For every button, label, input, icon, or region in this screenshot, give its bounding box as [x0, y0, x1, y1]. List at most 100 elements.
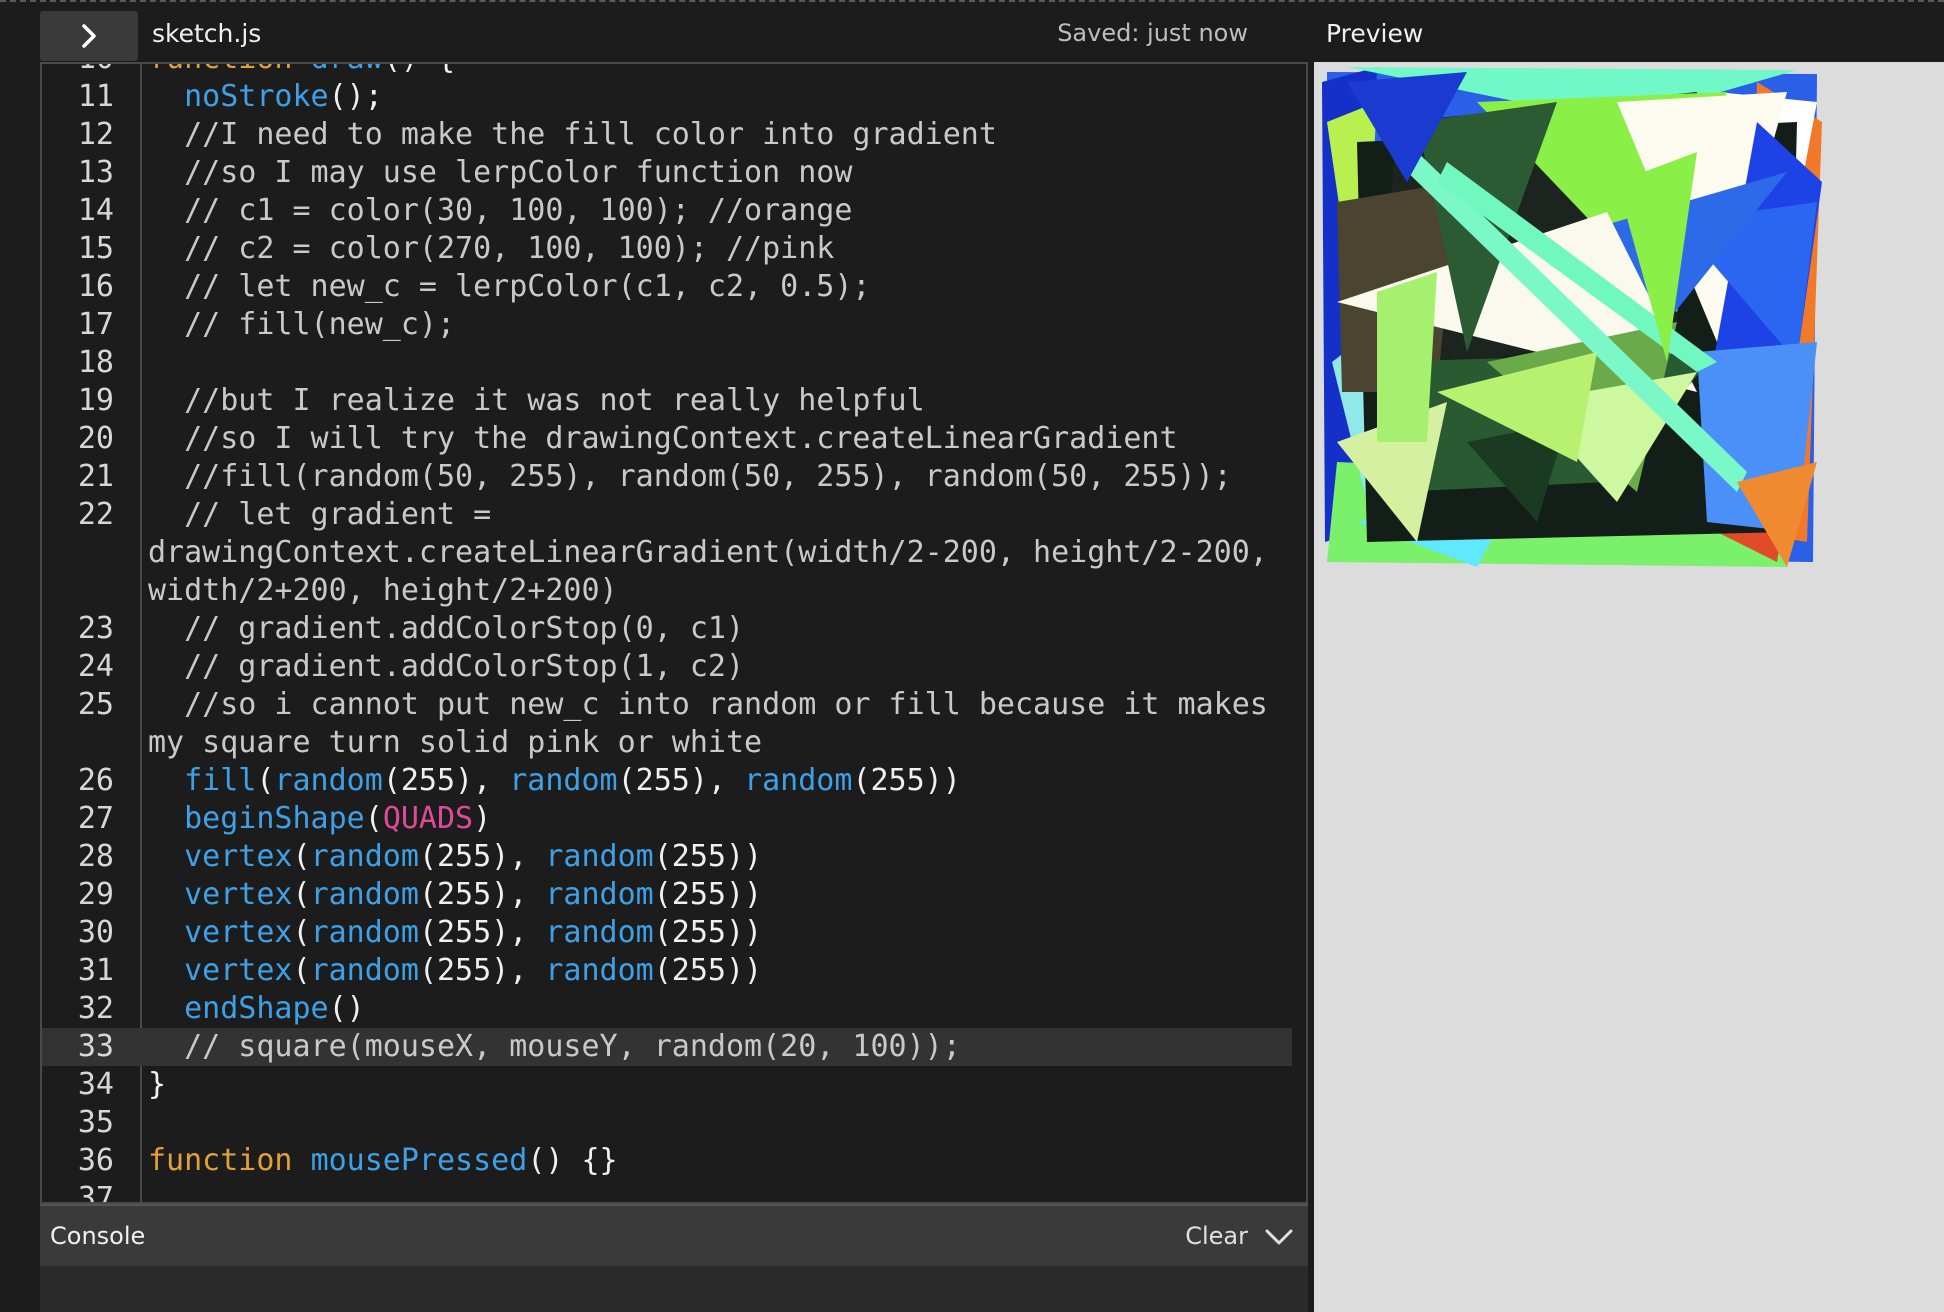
code-line[interactable]: 24 // gradient.addColorStop(1, c2) [42, 648, 1292, 686]
code-text[interactable]: vertex(random(255), random(255)) [148, 876, 1306, 914]
code-token: random [545, 915, 654, 950]
code-text[interactable]: fill(random(255), random(255), random(25… [148, 762, 1306, 800]
code-line[interactable]: 37 [42, 1180, 1292, 1202]
code-line[interactable]: 10 function draw() { [42, 64, 1292, 78]
line-number: 30 [77, 915, 114, 950]
code-lines[interactable]: 10function draw() {11 noStroke();12 //I … [42, 64, 1292, 1202]
code-text[interactable]: // c1 = color(30, 100, 100); //orange [148, 192, 1306, 230]
chevron-down-icon [1265, 1229, 1293, 1245]
code-line[interactable]: 17 // fill(new_c); [42, 306, 1292, 344]
code-token: random [274, 763, 383, 798]
line-number: 18 [77, 345, 114, 380]
code-line[interactable]: 13 //so I may use lerpColor function now [42, 154, 1292, 192]
code-line[interactable]: 23 // gradient.addColorStop(0, c1) [42, 610, 1292, 648]
code-token: (255), [418, 953, 546, 988]
sketch-canvas[interactable] [1317, 62, 1827, 572]
code-token: (255), [382, 763, 510, 798]
line-number: 16 [77, 269, 114, 304]
code-text[interactable]: vertex(random(255), random(255)) [148, 838, 1306, 876]
code-text[interactable]: } [148, 1066, 1306, 1104]
code-text[interactable]: vertex(random(255), random(255)) [148, 914, 1306, 952]
code-line[interactable]: 19 //but I realize it was not really hel… [42, 382, 1292, 420]
code-token: (255), [617, 763, 745, 798]
code-text[interactable]: //so I may use lerpColor function now [148, 154, 1306, 192]
line-number: 33 [77, 1029, 114, 1064]
code-line[interactable]: 28 vertex(random(255), random(255)) [42, 838, 1292, 876]
code-line[interactable]: 25 //so i cannot put new_c into random o… [42, 686, 1292, 762]
code-text[interactable]: endShape() [148, 990, 1306, 1028]
line-number: 24 [77, 649, 114, 684]
code-token: ( [292, 915, 311, 950]
code-line[interactable]: 30 vertex(random(255), random(255)) [42, 914, 1292, 952]
code-token: beginShape [184, 801, 365, 836]
console-clear-button[interactable]: Clear [1185, 1222, 1248, 1250]
code-editor[interactable]: 10function draw() {11 noStroke();12 //I … [40, 62, 1308, 1204]
code-text[interactable]: //so i cannot put new_c into random or f… [148, 686, 1306, 762]
line-number: 29 [77, 877, 114, 912]
code-text[interactable]: // square(mouseX, mouseY, random(20, 100… [148, 1028, 1306, 1066]
line-number: 32 [77, 991, 114, 1026]
code-line[interactable]: 15 // c2 = color(270, 100, 100); //pink [42, 230, 1292, 268]
code-text[interactable]: //so I will try the drawingContext.creat… [148, 420, 1306, 458]
code-line[interactable]: 27 beginShape(QUADS) [42, 800, 1292, 838]
line-number: 27 [77, 801, 114, 836]
code-token: //so i cannot put new_c into random or f… [148, 687, 1268, 760]
code-line[interactable]: 33 // square(mouseX, mouseY, random(20, … [42, 1028, 1292, 1066]
code-token: endShape [184, 991, 329, 1026]
code-token: random [310, 839, 419, 874]
code-token: //so I may use lerpColor function now [148, 155, 853, 190]
code-text[interactable]: //fill(random(50, 255), random(50, 255),… [148, 458, 1306, 496]
code-line[interactable]: 26 fill(random(255), random(255), random… [42, 762, 1292, 800]
code-text[interactable]: // gradient.addColorStop(1, c2) [148, 648, 1306, 686]
code-token: (255)) [653, 877, 763, 912]
chevron-right-icon [82, 24, 96, 48]
code-line[interactable]: 11 noStroke(); [42, 78, 1292, 116]
code-line[interactable]: 32 endShape() [42, 990, 1292, 1028]
code-line[interactable]: 22 // let gradient = drawingContext.crea… [42, 496, 1292, 610]
code-text[interactable]: //I need to make the fill color into gra… [148, 116, 1306, 154]
code-token: random [744, 763, 853, 798]
code-token: (255)) [653, 839, 763, 874]
line-number: 19 [77, 383, 114, 418]
code-token: QUADS [382, 801, 474, 836]
sidebar-toggle-button[interactable] [40, 11, 138, 61]
code-line[interactable]: 12 //I need to make the fill color into … [42, 116, 1292, 154]
code-text[interactable]: // gradient.addColorStop(0, c1) [148, 610, 1306, 648]
line-number: 23 [77, 611, 114, 646]
code-line[interactable]: 31 vertex(random(255), random(255)) [42, 952, 1292, 990]
code-text[interactable]: vertex(random(255), random(255)) [148, 952, 1306, 990]
line-number: 10 [42, 64, 114, 78]
console-collapse-button[interactable] [1262, 1220, 1296, 1254]
code-token: ( [256, 763, 275, 798]
line-number: 21 [77, 459, 114, 494]
code-text[interactable]: //but I realize it was not really helpfu… [148, 382, 1306, 420]
code-text[interactable]: beginShape(QUADS) [148, 800, 1306, 838]
file-name[interactable]: sketch.js [152, 19, 261, 48]
code-line[interactable]: 36 function mousePressed() {} [42, 1142, 1292, 1180]
line-number: 12 [77, 117, 114, 152]
console-output [40, 1266, 1308, 1312]
code-text[interactable]: noStroke(); [148, 78, 1306, 116]
code-text[interactable]: // let new_c = lerpColor(c1, c2, 0.5); [148, 268, 1306, 306]
console-title: Console [50, 1222, 146, 1250]
preview-pane [1314, 62, 1944, 1312]
code-line[interactable]: 20 //so I will try the drawingContext.cr… [42, 420, 1292, 458]
code-line[interactable]: 18 [42, 344, 1292, 382]
code-line[interactable]: 16 // let new_c = lerpColor(c1, c2, 0.5)… [42, 268, 1292, 306]
code-text[interactable]: // fill(new_c); [148, 306, 1306, 344]
code-token: fill [184, 763, 257, 798]
code-line[interactable]: 29 vertex(random(255), random(255)) [42, 876, 1292, 914]
code-text[interactable]: // c2 = color(270, 100, 100); //pink [148, 230, 1306, 268]
code-line[interactable]: 21 //fill(random(50, 255), random(50, 25… [42, 458, 1292, 496]
code-token: draw [311, 64, 383, 76]
code-text[interactable]: function draw() { [148, 64, 1306, 78]
code-token: // square(mouseX, mouseY, random(20, 100… [148, 1029, 961, 1064]
code-text[interactable]: function mousePressed() {} [148, 1142, 1306, 1180]
code-text[interactable]: // let gradient = drawingContext.createL… [148, 496, 1306, 610]
code-line[interactable]: 14 // c1 = color(30, 100, 100); //orange [42, 192, 1292, 230]
code-line[interactable]: 35 [42, 1104, 1292, 1142]
code-line[interactable]: 34} [42, 1066, 1292, 1104]
